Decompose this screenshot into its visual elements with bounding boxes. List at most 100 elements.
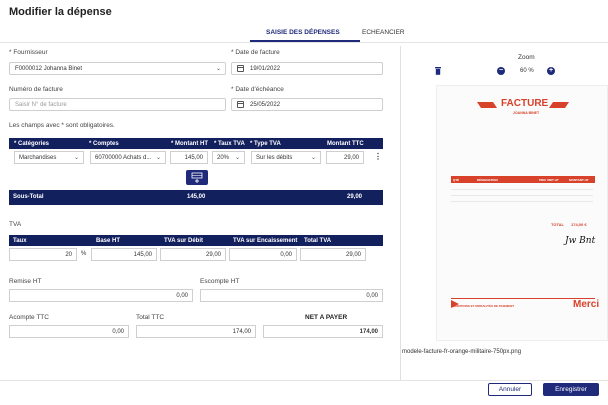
vat-base-input[interactable]: 145,00 — [91, 248, 157, 261]
total-ttc-label: Total TTC — [136, 314, 165, 321]
invoice-line — [451, 195, 593, 196]
vat-rate-cell: 20 — [65, 251, 72, 258]
add-row-icon — [191, 172, 203, 183]
supplier-label: * Fournisseur — [9, 49, 48, 56]
attachment-filename: modele-facture-fr-orange-militaire-750px… — [402, 349, 522, 355]
invoice-col-qty: QTÉ — [453, 178, 460, 182]
net-value-field: 174,00 — [263, 325, 383, 338]
due-date-field[interactable]: 25/05/2022 — [231, 98, 383, 111]
invoice-col-unit-price: PRIX UNIT HT — [539, 178, 559, 182]
vat-table-header: Taux Base HT TVA sur Débit TVA sur Encai… — [9, 235, 383, 246]
header-montant-ttc: Montant TTC — [327, 141, 364, 147]
signature-image: Jw Bnt — [565, 236, 596, 246]
footer-divider — [0, 380, 608, 381]
vat-type-select[interactable]: Sur les débits ⌄ — [251, 151, 321, 164]
invoice-number-input[interactable]: Saisir N° de facture — [9, 98, 226, 111]
supplier-value: F0000012 Johanna Binet — [15, 65, 83, 72]
escompte-input[interactable]: 0,00 — [200, 289, 383, 302]
net-label: NET A PAYER — [305, 314, 348, 321]
chevron-down-icon: ⌄ — [310, 155, 316, 161]
tab-echeancier[interactable]: ECHEANCIER — [362, 29, 405, 36]
remise-label: Remise HT — [9, 278, 42, 285]
vat-debit-input[interactable]: 29,00 — [160, 248, 226, 261]
zoom-label: Zoom — [518, 54, 535, 61]
zoom-value: 60 % — [520, 68, 534, 74]
vat-encaissement-input[interactable]: 0,00 — [229, 248, 297, 261]
add-line-button[interactable] — [186, 170, 208, 185]
vat-total-input[interactable]: 29,00 — [300, 248, 366, 261]
net-value: 174,00 — [359, 328, 378, 335]
vat-rate-select[interactable]: 20% ⌄ — [212, 151, 245, 164]
acompte-input[interactable]: 0,00 — [9, 325, 129, 338]
invoice-number-placeholder: Saisir N° de facture — [15, 101, 67, 108]
invoice-date-value: 19/01/2022 — [250, 65, 281, 72]
vat-total-cell: 29,00 — [345, 251, 361, 258]
save-button[interactable]: Enregistrer — [543, 383, 599, 396]
invoice-number-label: Numéro de facture — [9, 86, 63, 93]
escompte-value: 0,00 — [366, 292, 378, 299]
invoice-name: JOANNA BINET — [513, 111, 540, 115]
invoice-title: FACTURE — [501, 98, 549, 109]
remise-input[interactable]: 0,00 — [9, 289, 193, 302]
subtotal-bar: Sous-Total 145,00 29,00 — [9, 190, 383, 205]
due-date-label: * Date d'échéance — [231, 86, 284, 93]
subtotal-label: Sous-Total — [13, 194, 44, 200]
acompte-label: Acompte TTC — [9, 314, 49, 321]
invoice-line — [451, 189, 593, 190]
tab-saisie-depenses[interactable]: SAISIE DES DÉPENSES — [266, 29, 340, 36]
calendar-icon[interactable] — [237, 101, 244, 108]
category-value: Marchandises — [19, 154, 57, 161]
invoice-merci: Merci — [573, 299, 600, 310]
page-title: Modifier la dépense — [9, 6, 112, 18]
total-ttc-input[interactable]: 174,00 — [136, 325, 256, 338]
vat-header-debit: TVA sur Débit — [164, 238, 204, 244]
cancel-button[interactable]: Annuler — [488, 383, 532, 396]
vat-base-cell: 145,00 — [133, 251, 152, 258]
vat-rate-unit: % — [81, 251, 87, 257]
amount-ttc-value: 29,00 — [343, 154, 359, 161]
account-value: 60700000 Achats d... — [95, 154, 152, 161]
invoice-date-label: * Date de facture — [231, 49, 280, 56]
remise-value: 0,00 — [176, 292, 188, 299]
vat-rate-input[interactable]: 20 — [9, 248, 77, 261]
trash-icon[interactable] — [435, 67, 441, 75]
amount-ttc-input[interactable]: 29,00 — [326, 151, 364, 164]
subtotal-ht: 145,00 — [187, 194, 206, 200]
header-type-tva: * Type TVA — [250, 141, 281, 147]
calendar-icon[interactable] — [237, 65, 244, 72]
header-montant-ht: * Montant HT — [171, 141, 208, 147]
chevron-down-icon: ⌄ — [234, 155, 240, 161]
supplier-select[interactable]: F0000012 Johanna Binet ⌄ — [9, 62, 226, 75]
vat-section-title: TVA — [9, 221, 22, 228]
invoice-date-field[interactable]: 19/01/2022 — [231, 62, 383, 75]
zoom-in-icon[interactable]: + — [547, 67, 555, 75]
due-date-value: 25/05/2022 — [250, 101, 281, 108]
zoom-out-icon[interactable]: − — [497, 67, 505, 75]
row-menu-icon[interactable]: ⋮ — [374, 153, 382, 161]
category-select[interactable]: Marchandises ⌄ — [14, 151, 84, 164]
chevron-down-icon: ⌄ — [215, 66, 221, 72]
chevron-down-icon: ⌄ — [155, 155, 161, 161]
invoice-total-label: TOTAL — [551, 222, 564, 227]
invoice-preview-image: FACTURE JOANNA BINET QTÉ DÉSIGNATION PRI… — [436, 85, 608, 341]
invoice-line — [451, 201, 593, 202]
account-select[interactable]: 60700000 Achats d... ⌄ — [90, 151, 166, 164]
vat-encaissement-cell: 0,00 — [280, 251, 292, 258]
chevron-down-icon: ⌄ — [73, 155, 79, 161]
invoice-conditions: CONDITIONS ET MODALITÉS DE PAIEMENT — [451, 304, 515, 308]
invoice-col-designation: DÉSIGNATION — [477, 178, 498, 182]
invoice-col-amount: MONTANT HT — [569, 178, 589, 182]
vat-header-encaissement: TVA sur Encaissement — [233, 238, 298, 244]
required-fields-note: Les champs avec * sont obligatoires. — [9, 122, 115, 129]
subtotal-ttc: 29,00 — [347, 194, 363, 200]
vat-header-base: Base HT — [96, 238, 121, 244]
vat-header-total: Total TVA — [304, 238, 332, 244]
lines-table-header: * Catégories * Comptes * Montant HT * Ta… — [9, 138, 383, 149]
vat-header-taux: Taux — [13, 238, 27, 244]
vat-type-value: Sur les débits — [256, 154, 293, 161]
amount-ht-input[interactable]: 145,00 — [170, 151, 208, 164]
header-categories: * Catégories — [14, 141, 50, 147]
total-ttc-value: 174,00 — [232, 328, 251, 335]
amount-ht-value: 145,00 — [184, 154, 203, 161]
invoice-total-value: 174,00 € — [571, 222, 587, 227]
